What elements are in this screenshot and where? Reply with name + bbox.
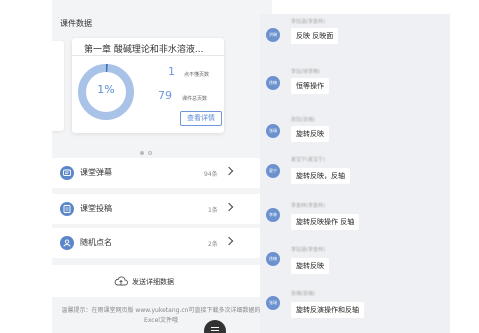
app-root: 课件数据 第一章 酸碱理论和非水溶液... 1% 1 点不懂页数 79 课件总页… [0, 0, 479, 333]
chevron-right-icon [224, 166, 234, 176]
carousel-dot[interactable] [148, 151, 152, 155]
message-bubble: 旋转反演操作和反轴 [291, 302, 364, 318]
avatar[interactable]: 洪琳 [266, 28, 280, 42]
progress-percent: 1% [97, 83, 115, 96]
sender-name: 张瑞(张瑞) [291, 291, 315, 297]
row-label: 随机点名 [80, 238, 112, 247]
chevron-right-icon [224, 236, 234, 246]
sender-name: 张钰(张瑞) [291, 117, 315, 123]
row-submission[interactable]: 课堂投稿 1条 [52, 194, 272, 224]
message-bubble: 反映 反映面 [291, 28, 339, 44]
danmaku-icon [60, 166, 74, 180]
avatar[interactable]: 徐楠 [266, 252, 280, 266]
message-bubble: 旋转反映 [291, 126, 329, 142]
row-label: 课堂投稿 [80, 204, 112, 213]
message-bubble: 旋转反映操作 反轴 [291, 214, 360, 230]
carousel-dot-active[interactable] [140, 151, 144, 155]
chevron-right-icon [224, 202, 234, 212]
previous-card-peek[interactable] [52, 41, 64, 131]
row-count: 2条 [208, 241, 218, 248]
total-pages-label: 课件总页数 [182, 96, 208, 102]
carousel-indicator [140, 140, 156, 159]
avatar[interactable]: 张瑞 [266, 296, 280, 310]
courseware-data-panel: 课件数据 第一章 酸碱理论和非水溶液... 1% 1 点不懂页数 79 课件总页… [52, 0, 272, 333]
sender-name: 李钰涵(李金林) [291, 19, 325, 25]
send-label: 发送详细数据 [132, 278, 174, 286]
avatar[interactable]: 李林 [266, 208, 280, 222]
row-count: 94条 [204, 171, 218, 178]
sender-name: 李金林(李金林) [291, 203, 325, 209]
total-pages-value: 79 [158, 89, 172, 102]
sender-name: 李钰(徐李楠) [291, 69, 320, 75]
submission-icon [60, 202, 74, 216]
row-label: 课堂弹幕 [80, 168, 112, 177]
section-title: 课件数据 [60, 19, 92, 28]
row-danmaku[interactable]: 课堂弹幕 94条 [52, 158, 272, 188]
sender-name: 夏宝宁(夏宝宁) [291, 157, 325, 163]
row-roll-call[interactable]: 随机点名 2条 [52, 228, 272, 258]
unread-pages-value: 1 [168, 65, 175, 78]
view-details-button[interactable]: 查看详情 [180, 111, 222, 126]
message-bubble: 旋转反映，反轴 [291, 168, 350, 184]
avatar[interactable]: 张瑞 [266, 124, 280, 138]
roll-call-icon [60, 236, 74, 250]
cloud-upload-icon [114, 276, 128, 286]
message-bubble: 恒等操作 [291, 78, 329, 94]
danmaku-list[interactable]: 洪琳 李钰涵(李金林) 反映 反映面 徐楠 李钰(徐李楠) 恒等操作 张瑞 张钰… [260, 14, 450, 333]
card-title: 第一章 酸碱理论和非水溶液... [84, 45, 204, 55]
unread-pages-label: 点不懂页数 [184, 72, 210, 78]
tip-text: 温馨提示：在雨课堂网页版 www.yuketang.cn可直接下载多次详细数据的… [61, 307, 261, 324]
avatar[interactable]: 徐楠 [266, 76, 280, 90]
menu-icon [211, 327, 219, 333]
send-detailed-data-button[interactable]: 发送详细数据 [52, 265, 272, 297]
card-divider [72, 55, 224, 56]
row-count: 1条 [208, 207, 218, 214]
courseware-card[interactable]: 第一章 酸碱理论和非水溶液... 1% 1 点不懂页数 79 课件总页数 查看详… [72, 38, 224, 133]
avatar[interactable]: 夏宁 [266, 164, 280, 178]
message-bubble: 旋转反映 [291, 258, 329, 274]
sender-name: 李钰涵(李金林) [291, 247, 325, 253]
